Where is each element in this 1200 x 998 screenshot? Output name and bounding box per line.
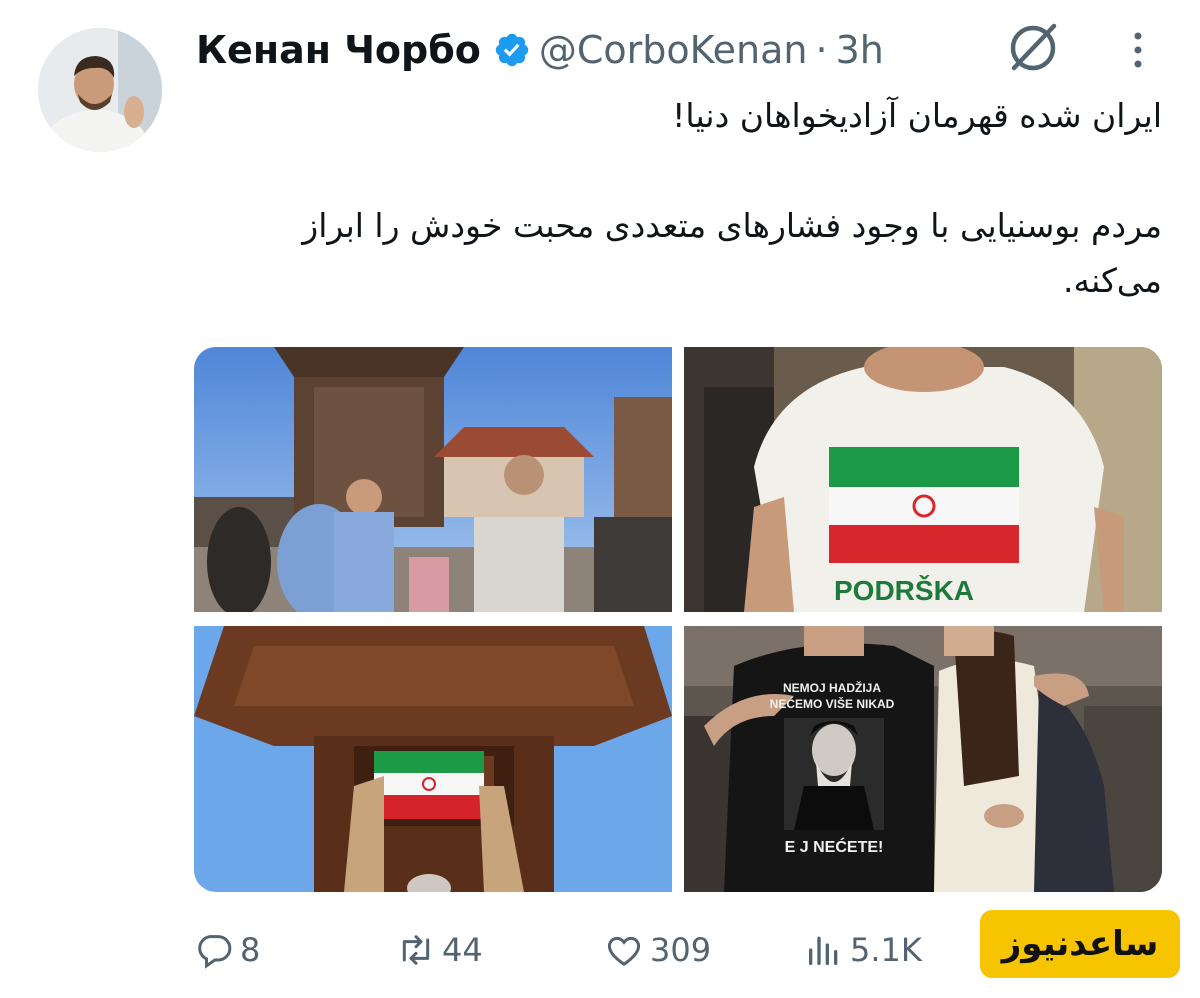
views-chart-icon — [809, 936, 838, 965]
grok-icon[interactable] — [1004, 18, 1062, 76]
verified-badge-icon — [493, 31, 531, 69]
header-separator: · — [815, 28, 828, 72]
author-name[interactable]: Кенан Чорбо — [196, 28, 481, 72]
tweet-text: ایران شده قهرمان آزادیخواهان دنیا! مردم … — [196, 88, 1162, 308]
like-count: 309 — [650, 931, 712, 969]
retweet-icon — [402, 935, 430, 965]
views-button[interactable]: 5.1K — [804, 920, 922, 980]
retweet-count: 44 — [442, 931, 483, 969]
shirt-text-podrska: PODRŠKA — [834, 574, 974, 606]
tweet-line-2: مردم بوسنیایی با وجود فشارهای متعددی محب… — [302, 206, 1162, 300]
photo-flag-under-fountain[interactable] — [194, 626, 672, 892]
photo-khomeini-tshirt[interactable]: NEMOJ HADŽIJA NEĆEMO VIŠE NIKAD E J NEĆE… — [684, 626, 1162, 892]
author-avatar[interactable] — [38, 28, 162, 152]
reply-count: 8 — [240, 931, 261, 969]
like-button[interactable]: 309 — [604, 920, 711, 980]
watermark-logo: ساعدنیوز — [980, 910, 1180, 978]
heart-icon — [607, 936, 641, 966]
shirt-text-line3: E J NEĆETE! — [785, 837, 884, 856]
tweet-line-1: ایران شده قهرمان آزادیخواهان دنیا! — [672, 96, 1162, 135]
tweet-actions: 8 44 309 5.1K — [194, 920, 954, 980]
photo-sebilj-square[interactable] — [194, 347, 672, 612]
photo-flag-tshirt[interactable]: PODRŠKA — [684, 347, 1162, 612]
more-options-icon[interactable] — [1118, 22, 1158, 74]
media-grid[interactable]: PODRŠKA NEMOJ HADŽIJA NEĆEMO VIŠE NIKAD … — [194, 347, 1162, 892]
views-count: 5.1K — [850, 931, 922, 969]
shirt-text-line2: NEĆEMO VIŠE NIKAD — [770, 696, 895, 711]
tweet-time[interactable]: 3h — [836, 28, 884, 72]
tweet-header: Кенан Чорбо @CorboKenan · 3h — [196, 24, 884, 76]
retweet-button[interactable]: 44 — [396, 920, 483, 980]
reply-icon — [198, 935, 232, 969]
reply-button[interactable]: 8 — [194, 920, 260, 980]
shirt-text-line1: NEMOJ HADŽIJA — [783, 680, 881, 695]
author-handle[interactable]: @CorboKenan — [539, 28, 808, 72]
